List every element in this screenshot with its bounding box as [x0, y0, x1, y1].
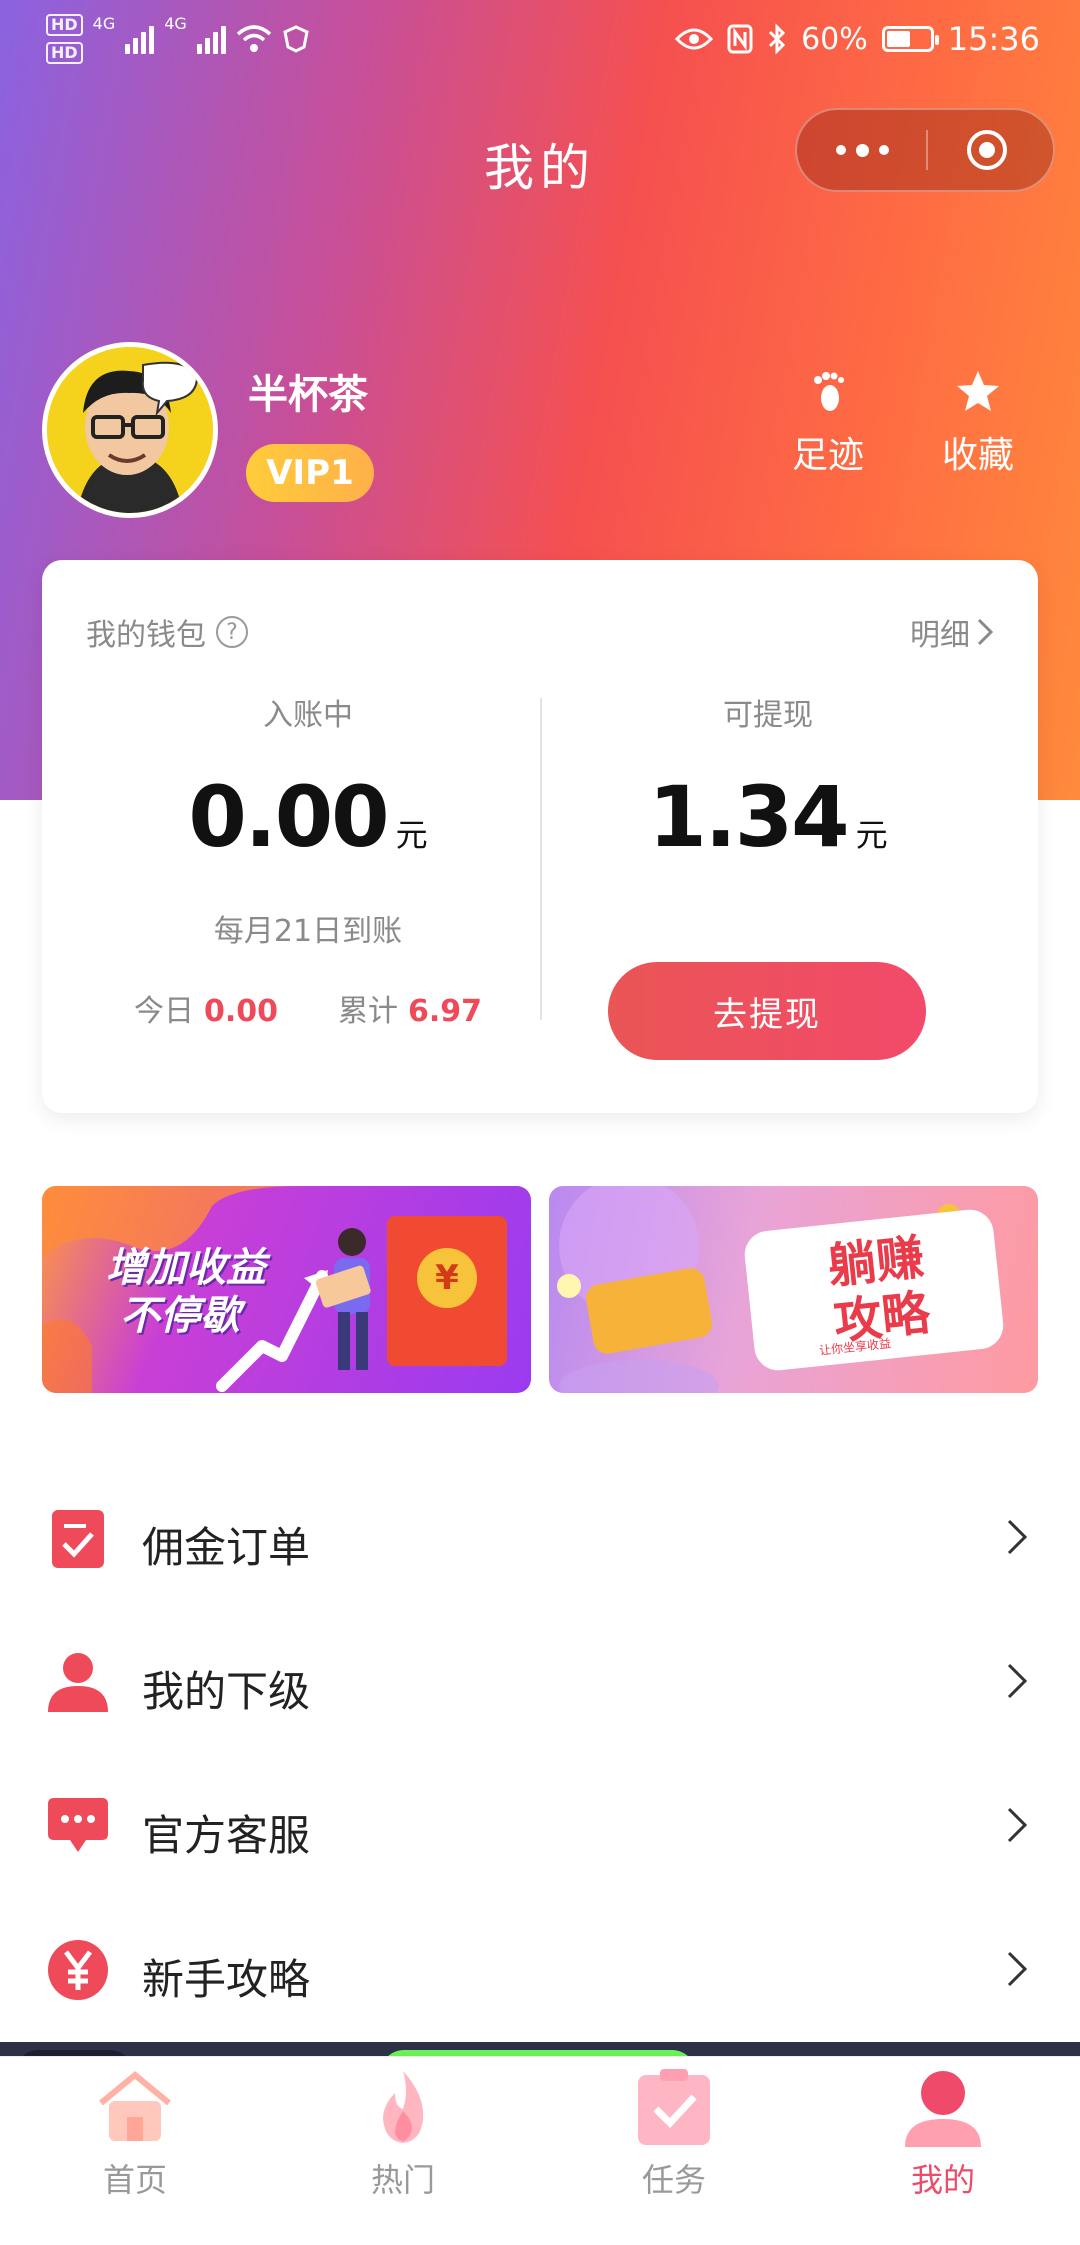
pending-column: 入账中 0.00 元 每月21日到账 今日 0.00 累计 6.97 [80, 690, 536, 1030]
help-icon[interactable]: ? [216, 616, 248, 648]
footprint-button[interactable]: 足迹 [768, 368, 888, 478]
user-icon [48, 1653, 108, 1712]
menu-label: 佣金订单 [142, 1523, 311, 1572]
signal-icon-2 [196, 24, 226, 54]
menu-customer-service[interactable]: 官方客服 [0, 1754, 1080, 1898]
clipboard-check-icon [638, 2069, 710, 2145]
status-bar: HD HD 4G 4G 60% 15:36 [0, 0, 1080, 86]
total-label: 累计 [338, 994, 398, 1029]
tab-label: 我的 [910, 2161, 975, 2199]
withdrawable-amount: 1.34 元 [540, 768, 996, 866]
network-type-1: 4G [92, 14, 116, 33]
sim1-hd-badge: HD [46, 14, 83, 36]
banner-earning-guide[interactable]: 躺赚 攻略 让你坐享收益 [549, 1186, 1038, 1393]
banner-increase-earnings[interactable]: 增加收益 不停歇 ¥ [42, 1186, 531, 1393]
profile-icon [905, 2071, 981, 2147]
favorites-label: 收藏 [941, 435, 1014, 476]
battery-level [886, 31, 911, 47]
bottom-tab-bar: 首页 热门 任务 我的 [0, 2056, 1080, 2245]
close-miniprogram-icon[interactable] [965, 128, 1009, 172]
battery-icon [881, 26, 939, 52]
withdrawable-column: 可提现 1.34 元 [540, 690, 996, 866]
footprint-icon [814, 372, 844, 411]
menu-label: 我的下级 [142, 1667, 311, 1716]
more-options-icon[interactable] [797, 110, 927, 190]
wallet-detail-link[interactable]: 明细 [910, 610, 994, 654]
avatar[interactable] [42, 342, 218, 518]
bluetooth-icon [769, 23, 786, 55]
total-stat: 累计 6.97 [338, 986, 482, 1030]
wallet-title-text: 我的钱包 [86, 618, 206, 653]
flame-icon [383, 2071, 424, 2143]
pending-amount-value: 0.00 [188, 768, 389, 866]
cartoon-avatar-icon [47, 347, 213, 513]
nfc-icon [727, 24, 753, 54]
yuan-coin-icon [48, 1940, 108, 2000]
person-illustration-icon [315, 1228, 371, 1370]
pending-amount: 0.00 元 [80, 768, 536, 866]
wallet-card: 我的钱包 ? 明细 入账中 0.00 元 每月21日到账 今日 0.00 累计 6.9… [42, 560, 1038, 1113]
status-right: 60% 15:36 [675, 20, 1040, 58]
tab-label: 热门 [370, 2161, 435, 2199]
capsule-divider [926, 130, 928, 170]
clock: 15:36 [947, 20, 1040, 58]
tab-hot[interactable]: 热门 [303, 2067, 503, 2201]
banner1-line2: 不停歇 [120, 1293, 240, 1339]
status-left: HD HD 4G 4G [46, 14, 310, 64]
tab-label: 任务 [641, 2161, 706, 2199]
withdraw-button[interactable]: 去提现 [608, 962, 926, 1060]
pending-label: 入账中 [263, 698, 353, 733]
settlement-note: 每月21日到账 [213, 914, 403, 949]
today-stat: 今日 0.00 [134, 986, 278, 1030]
mini-program-capsule [795, 108, 1055, 192]
vip-badge: VIP1 [246, 444, 374, 502]
withdrawable-label: 可提现 [723, 698, 813, 733]
withdrawable-amount-value: 1.34 [648, 768, 849, 866]
menu-commission-orders[interactable]: 佣金订单 [0, 1466, 1080, 1610]
sim2-hd-badge: HD [46, 42, 83, 64]
chevron-right-icon [1007, 1519, 1028, 1555]
menu-label: 新手攻略 [142, 1955, 311, 2004]
star-icon [957, 371, 999, 411]
username: 半杯茶 [248, 372, 368, 418]
network-type-2: 4G [164, 14, 187, 33]
banner1-text: 增加收益 不停歇 [106, 1244, 266, 1340]
banner1-line1: 增加收益 [106, 1245, 266, 1291]
yuan-coin-decoration: ¥ [417, 1248, 477, 1308]
earning-stats: 今日 0.00 累计 6.97 [80, 986, 536, 1030]
footprint-label: 足迹 [791, 435, 864, 476]
signal-icon [125, 24, 155, 54]
chevron-right-icon [1007, 1663, 1028, 1699]
favorites-button[interactable]: 收藏 [918, 368, 1038, 478]
tab-tasks[interactable]: 任务 [574, 2067, 774, 2201]
today-label: 今日 [133, 994, 194, 1029]
order-check-icon [52, 1510, 104, 1568]
tab-home[interactable]: 首页 [35, 2067, 235, 2201]
tab-profile[interactable]: 我的 [843, 2067, 1043, 2201]
chevron-right-icon [977, 618, 994, 646]
eye-icon [675, 28, 714, 50]
menu-label: 官方客服 [142, 1811, 311, 1860]
menu-my-subordinates[interactable]: 我的下级 [0, 1610, 1080, 1754]
vpn-shield-icon [283, 25, 309, 53]
withdrawable-amount-unit: 元 [855, 816, 888, 854]
chevron-right-icon [1007, 1951, 1028, 1987]
tab-label: 首页 [102, 2161, 167, 2199]
wallet-title: 我的钱包 ? [86, 610, 248, 654]
home-icon [99, 2071, 171, 2141]
chat-bubble-icon [48, 1798, 108, 1852]
total-value: 6.97 [408, 994, 483, 1029]
wifi-icon [236, 25, 271, 52]
menu-beginner-guide[interactable]: 新手攻略 [0, 1898, 1080, 2042]
pending-amount-unit: 元 [395, 816, 428, 854]
chevron-right-icon [1007, 1807, 1028, 1843]
wallet-detail-label: 明细 [910, 618, 970, 653]
today-value: 0.00 [203, 994, 278, 1029]
battery-percent: 60% [801, 21, 868, 57]
